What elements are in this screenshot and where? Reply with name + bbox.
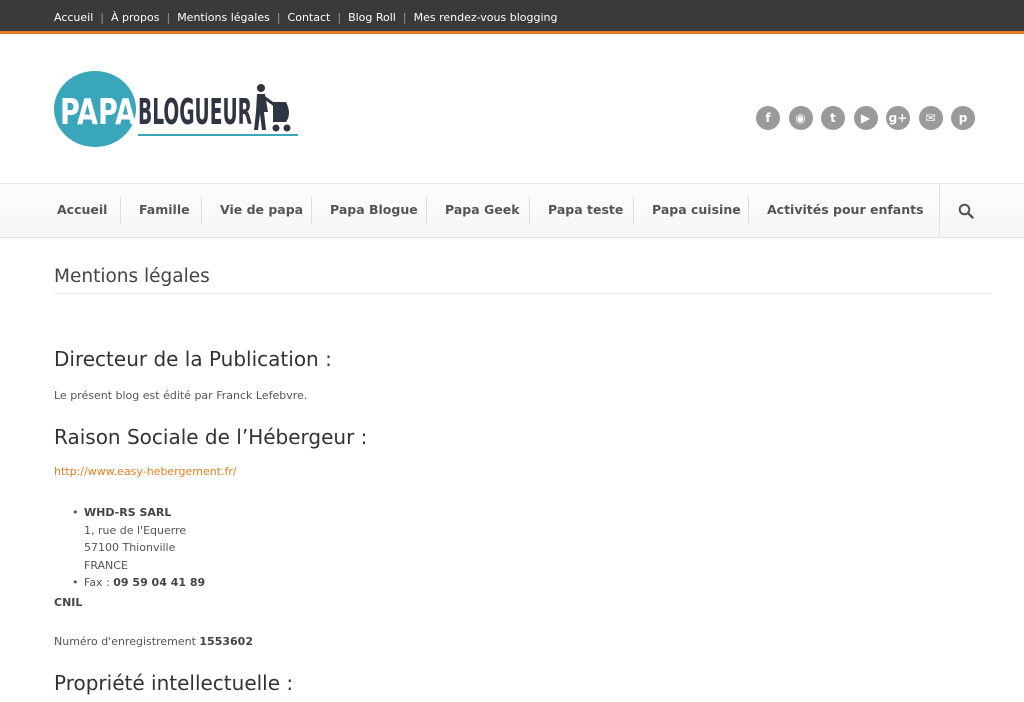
registration-text: Numéro d'enregistrement 1553602: [54, 635, 253, 648]
social-icons: f ◉ t ▶ g+ ✉ p: [756, 106, 984, 130]
logo-text-blogueur: BLOGUEUR: [138, 92, 252, 133]
twitter-icon[interactable]: t: [821, 106, 845, 130]
list-item: WHD-RS SARL: [72, 504, 205, 522]
nav-item-accueil[interactable]: Accueil: [57, 184, 107, 237]
nav-item-papa-blogue[interactable]: Papa Blogue: [330, 184, 418, 237]
cnil-label: CNIL: [54, 596, 82, 609]
heading-hebergeur: Raison Sociale de l’Hébergeur :: [54, 425, 368, 449]
cnil-text: CNIL: [54, 596, 83, 609]
topnav-link-blog-roll[interactable]: Blog Roll: [348, 11, 396, 24]
email-icon[interactable]: ✉: [918, 106, 943, 130]
logo-text-papa: PAPA: [60, 92, 136, 133]
nav-separator: [201, 197, 202, 223]
topnav-link-mentions-legales[interactable]: Mentions légales: [177, 11, 270, 24]
host-details-list: WHD-RS SARL 1, rue de l'Equerre 57100 Th…: [72, 504, 205, 592]
registration-number: 1553602: [199, 635, 253, 648]
main-navigation: Accueil Famille Vie de papa Papa Blogue …: [0, 183, 1024, 238]
nav-item-famille[interactable]: Famille: [139, 184, 190, 237]
list-item: Fax : 09 59 04 41 89: [72, 574, 205, 592]
topnav-separator: |: [276, 11, 281, 24]
nav-item-activites-enfants[interactable]: Activités pour enfants: [767, 184, 924, 237]
nav-separator: [426, 197, 427, 223]
fax-label: Fax :: [84, 576, 114, 589]
topnav-separator: |: [337, 11, 342, 24]
topnav-link-contact[interactable]: Contact: [288, 11, 331, 24]
rss-icon[interactable]: ◉: [788, 106, 813, 130]
host-address-line: FRANCE: [84, 558, 128, 572]
fax-value: 09 59 04 41 89: [113, 576, 206, 589]
nav-separator: [748, 197, 749, 223]
host-address-line: 57100 Thionville: [84, 541, 176, 554]
nav-item-vie-de-papa[interactable]: Vie de papa: [220, 184, 303, 237]
nav-separator: [633, 197, 634, 223]
registration-label: Numéro d'enregistrement: [54, 635, 200, 648]
heading-propriete: Propriété intellectuelle :: [54, 671, 294, 695]
topnav-link-rendez-vous[interactable]: Mes rendez-vous blogging: [414, 11, 558, 24]
director-text: Le présent blog est édité par Franck Lef…: [54, 389, 308, 402]
search-icon: [958, 203, 974, 219]
title-divider: [54, 293, 990, 294]
papa-blogueur-logo-icon: PAPA BLOGUEUR: [54, 71, 298, 147]
youtube-icon[interactable]: ▶: [853, 106, 878, 130]
nav-separator: [311, 197, 312, 223]
google-plus-icon[interactable]: g+: [886, 106, 910, 130]
nav-item-papa-geek[interactable]: Papa Geek: [445, 184, 520, 237]
page-title: Mentions légales: [54, 266, 210, 287]
nav-separator: [120, 197, 121, 223]
heading-directeur: Directeur de la Publication :: [54, 347, 332, 371]
host-link[interactable]: http://www.easy-hebergement.fr/: [54, 465, 237, 478]
topnav-separator: |: [100, 11, 104, 24]
top-navigation: Accueil | À propos | Mentions légales | Contac…: [54, 11, 557, 24]
nav-separator: [529, 197, 530, 223]
topnav-link-accueil[interactable]: Accueil: [54, 11, 93, 24]
nav-item-papa-cuisine[interactable]: Papa cuisine: [652, 184, 741, 237]
site-logo[interactable]: PAPA BLOGUEUR: [54, 68, 304, 150]
facebook-icon[interactable]: f: [756, 106, 780, 130]
top-bar: Accueil | À propos | Mentions légales | Contac…: [0, 0, 1024, 34]
nav-item-papa-teste[interactable]: Papa teste: [548, 184, 623, 237]
host-name: WHD-RS SARL: [84, 506, 172, 519]
topnav-separator: |: [402, 11, 407, 24]
topnav-separator: |: [166, 11, 171, 24]
topnav-link-a-propos[interactable]: À propos: [111, 11, 159, 24]
pinterest-icon[interactable]: p: [951, 106, 975, 130]
host-address-line: 1, rue de l'Equerre: [84, 523, 187, 537]
search-button[interactable]: [939, 184, 1024, 237]
